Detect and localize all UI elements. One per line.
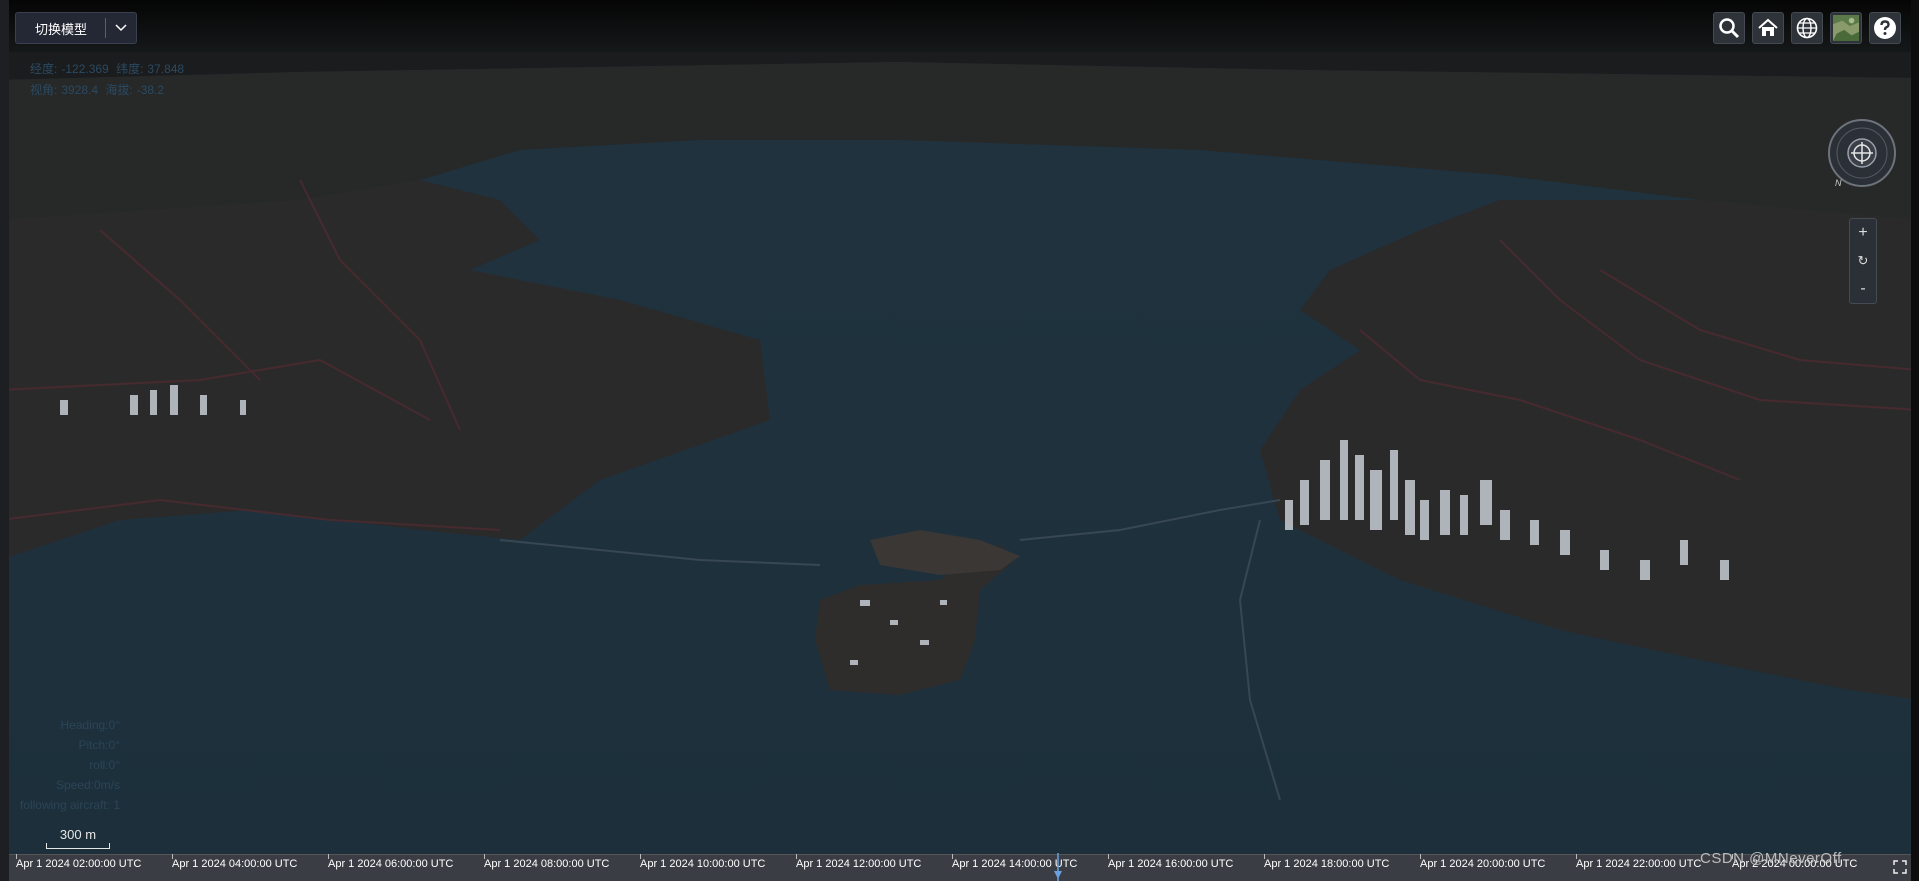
timeline-tick: Apr 1 2024 04:00:00 UTC: [172, 854, 298, 870]
model-switch-dropdown[interactable]: 切换模型: [15, 12, 138, 44]
coord-line-1: 经度: -122.369 纬度: 37.848: [30, 59, 188, 80]
search-button[interactable]: [1713, 12, 1745, 44]
altitude-label: 海拔:: [105, 83, 133, 97]
chevron-down-icon[interactable]: [106, 13, 136, 43]
search-icon: [1719, 18, 1740, 39]
timeline-tick: Apr 1 2024 02:00:00 UTC: [16, 854, 142, 870]
latitude-label: 纬度:: [116, 62, 144, 76]
fullscreen-icon[interactable]: [1891, 858, 1909, 876]
timeline-tick: Apr 1 2024 06:00:00 UTC: [328, 854, 454, 870]
latitude-value: 37.848: [147, 62, 185, 76]
following-text: following aircraft: 1: [19, 798, 120, 812]
watermark: CSDN @MNeverOff: [1700, 850, 1842, 867]
globe-icon: [1796, 17, 1818, 39]
cesium-viewport[interactable]: 切换模型 经度: -122.369 纬度: 37.848 视角: 3928.4 海拔:…: [0, 0, 1919, 881]
longitude-label: 经度:: [30, 62, 58, 76]
timeline-needle[interactable]: [1053, 853, 1063, 881]
scale-label: 300 m: [59, 827, 97, 842]
coord-line-2: 视角: 3928.4 海拔: -38.2: [30, 80, 188, 101]
coordinate-readout: 经度: -122.369 纬度: 37.848 视角: 3928.4 海拔: -38.2: [30, 59, 188, 101]
timeline-tick: Apr 1 2024 18:00:00 UTC: [1264, 854, 1390, 870]
home-button[interactable]: [1752, 12, 1784, 44]
timeline-tick: Apr 1 2024 08:00:00 UTC: [484, 854, 610, 870]
zoom-out-button[interactable]: -: [1850, 275, 1876, 303]
zoom-reset-button[interactable]: ↻: [1850, 247, 1876, 275]
base-layer-picker-button[interactable]: [1830, 12, 1862, 44]
timeline-tick: Apr 1 2024 16:00:00 UTC: [1108, 854, 1234, 870]
map-scene[interactable]: [0, 0, 1919, 881]
timeline-tick: Apr 1 2024 22:00:00 UTC: [1576, 854, 1702, 870]
view-height-label: 视角:: [30, 83, 58, 97]
timeline[interactable]: Apr 1 2024 02:00:00 UTC Apr 1 2024 04:00…: [9, 853, 1911, 881]
zoom-control: + ↻ -: [1849, 218, 1877, 304]
help-icon: [1874, 17, 1896, 39]
timeline-tick: Apr 1 2024 12:00:00 UTC: [796, 854, 922, 870]
view-height-value: 3928.4: [61, 83, 99, 97]
right-frame: [1911, 0, 1919, 881]
longitude-value: -122.369: [61, 62, 109, 76]
timeline-tick: Apr 1 2024 10:00:00 UTC: [640, 854, 766, 870]
speed-text: Speed:0m/s: [55, 778, 120, 792]
pitch-text: Pitch:0°: [78, 738, 120, 752]
help-button[interactable]: [1869, 12, 1901, 44]
roll-text: roll:0°: [89, 758, 120, 772]
altitude-value: -38.2: [136, 83, 165, 97]
scale-bar: [46, 843, 110, 849]
timeline-tick: Apr 1 2024 20:00:00 UTC: [1420, 854, 1546, 870]
navigation-compass[interactable]: N: [1827, 118, 1897, 188]
map-toolbar: [1713, 12, 1901, 44]
left-frame: [0, 0, 9, 881]
model-switch-label: 切换模型: [35, 21, 88, 37]
imagery-layer-icon: [1833, 15, 1859, 41]
distance-scale: 300 m: [46, 827, 110, 849]
scene-mode-button[interactable]: [1791, 12, 1823, 44]
zoom-in-button[interactable]: +: [1850, 219, 1876, 247]
compass-north-label: N: [1835, 178, 1842, 188]
heading-text: Heading:0°: [60, 718, 120, 732]
home-icon: [1758, 18, 1778, 36]
flight-info-panel: Heading:0° Pitch:0° roll:0° Speed:0m/s f…: [10, 715, 120, 815]
